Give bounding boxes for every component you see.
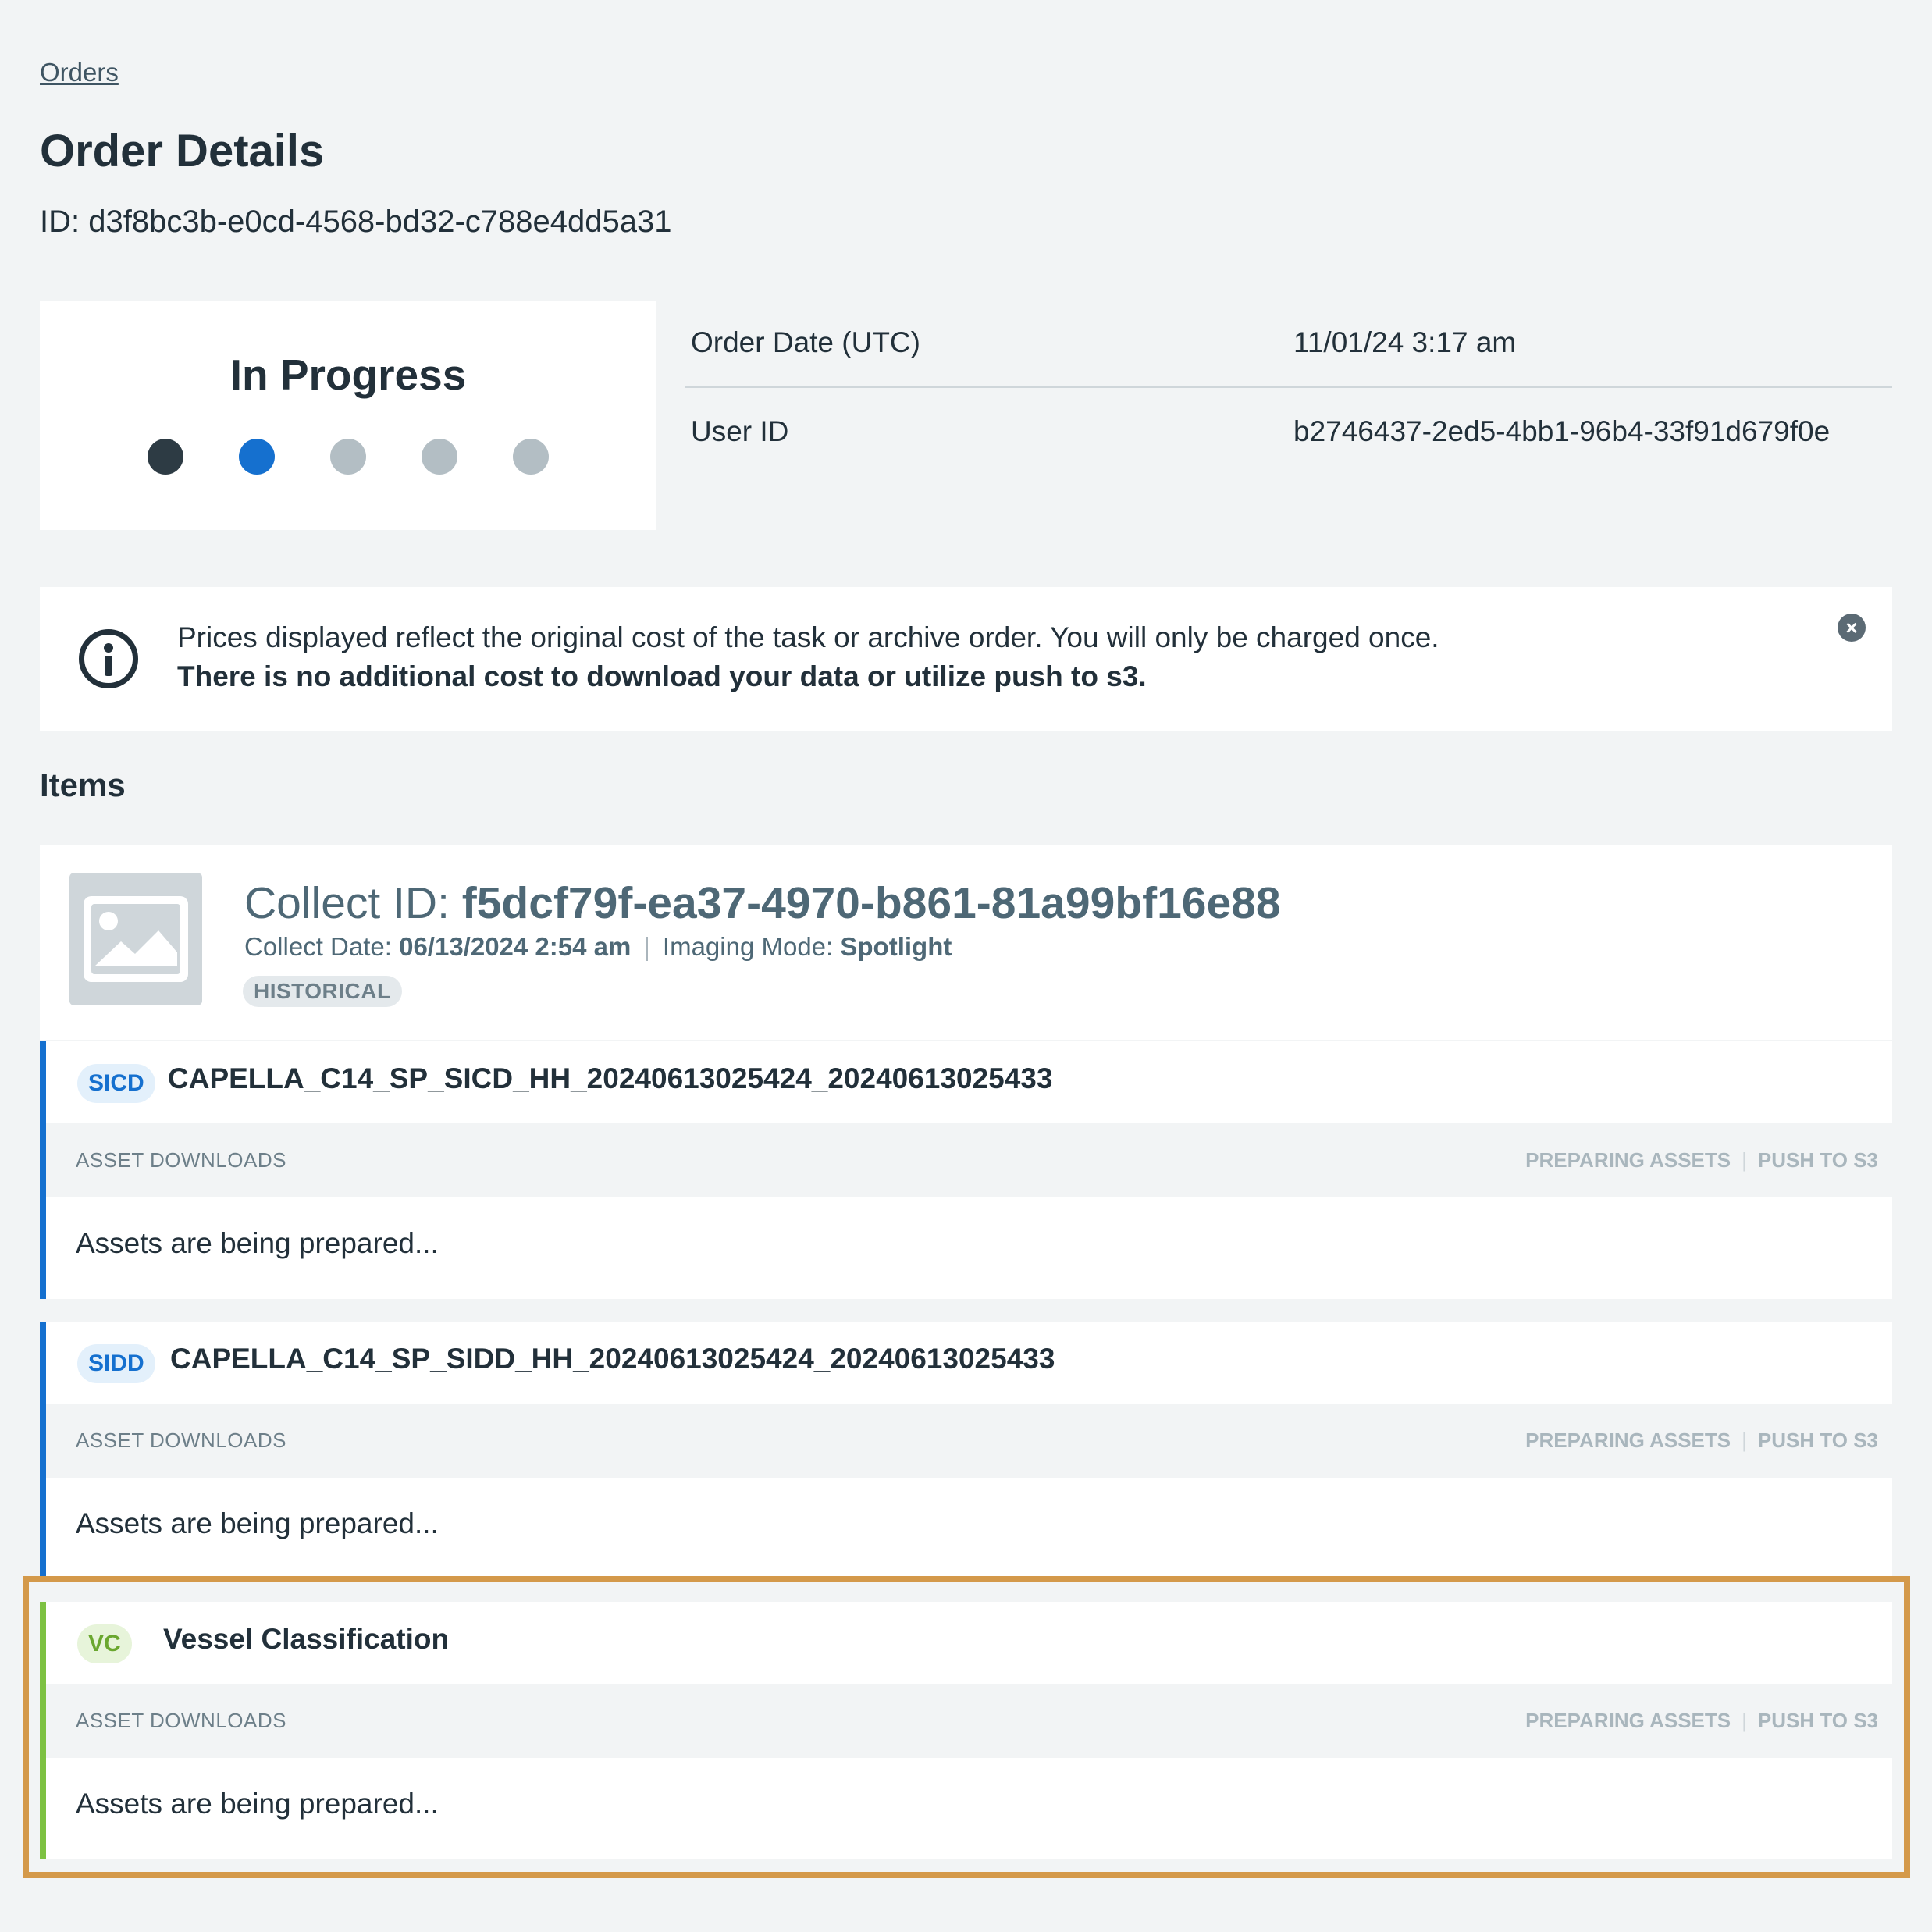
asset-downloads-label: ASSET DOWNLOADS bbox=[76, 1148, 286, 1172]
status-card: In Progress bbox=[40, 301, 656, 530]
asset-downloads-label: ASSET DOWNLOADS bbox=[76, 1709, 286, 1732]
progress-step-1 bbox=[148, 439, 183, 475]
asset-status-text: Assets are being prepared... bbox=[76, 1507, 439, 1539]
product-tag: SICD bbox=[77, 1064, 155, 1103]
close-icon[interactable]: × bbox=[1838, 614, 1866, 642]
collect-id: Collect ID: f5dcf79f-ea37-4970-b861-81a9… bbox=[244, 878, 1281, 928]
asset-status-text: Assets are being prepared... bbox=[76, 1788, 439, 1820]
push-to-s3-button[interactable]: PUSH TO S3 bbox=[1758, 1429, 1878, 1452]
preparing-assets-button[interactable]: PREPARING ASSETS bbox=[1525, 1429, 1731, 1452]
product-name: Vessel Classification bbox=[163, 1623, 450, 1655]
details-divider bbox=[685, 386, 1892, 388]
push-to-s3-button[interactable]: PUSH TO S3 bbox=[1758, 1148, 1878, 1172]
info-icon bbox=[79, 629, 138, 688]
order-date-label: Order Date (UTC) bbox=[691, 326, 920, 358]
asset-status-text: Assets are being prepared... bbox=[76, 1227, 439, 1259]
product-name: CAPELLA_C14_SP_SIDD_HH_20240613025424_20… bbox=[170, 1343, 1055, 1375]
progress-step-2 bbox=[239, 439, 275, 475]
preparing-assets-button[interactable]: PREPARING ASSETS bbox=[1525, 1709, 1731, 1732]
asset-downloads-label: ASSET DOWNLOADS bbox=[76, 1429, 286, 1452]
product-card-vc: VC Vessel Classification ASSET DOWNLOADS… bbox=[40, 1602, 1892, 1859]
notice-line-2: There is no additional cost to download … bbox=[177, 660, 1147, 692]
status-label: In Progress bbox=[229, 350, 467, 399]
push-to-s3-button[interactable]: PUSH TO S3 bbox=[1758, 1709, 1878, 1732]
breadcrumb-orders-link[interactable]: Orders bbox=[40, 58, 119, 87]
items-heading: Items bbox=[40, 767, 126, 803]
user-id-label: User ID bbox=[691, 415, 789, 447]
progress-step-3 bbox=[330, 439, 366, 475]
preparing-assets-button[interactable]: PREPARING ASSETS bbox=[1525, 1148, 1731, 1172]
page-title: Order Details bbox=[40, 126, 325, 176]
image-placeholder-icon bbox=[69, 873, 202, 1005]
notice-line-1: Prices displayed reflect the original co… bbox=[177, 621, 1439, 653]
collect-meta: Collect Date: 06/13/2024 2:54 am | Imaging… bbox=[244, 932, 952, 961]
order-id: ID: d3f8bc3b-e0cd-4568-bd32-c788e4dd5a31 bbox=[40, 205, 672, 239]
product-name: CAPELLA_C14_SP_SICD_HH_20240613025424_20… bbox=[168, 1062, 1053, 1094]
collect-card: Collect ID: f5dcf79f-ea37-4970-b861-81a9… bbox=[40, 845, 1892, 1040]
product-card-sicd: SICD CAPELLA_C14_SP_SICD_HH_202406130254… bbox=[40, 1041, 1892, 1299]
order-date-value: 11/01/24 3:17 am bbox=[1293, 326, 1517, 358]
pricing-notice: Prices displayed reflect the original co… bbox=[40, 587, 1892, 731]
historical-badge: HISTORICAL bbox=[243, 976, 402, 1007]
product-tag: SIDD bbox=[77, 1344, 155, 1383]
user-id-value: b2746437-2ed5-4bb1-96b4-33f91d679f0e bbox=[1293, 415, 1831, 447]
progress-step-5 bbox=[513, 439, 549, 475]
product-card-sidd: SIDD CAPELLA_C14_SP_SIDD_HH_202406130254… bbox=[40, 1322, 1892, 1579]
progress-step-4 bbox=[422, 439, 457, 475]
product-tag: VC bbox=[77, 1624, 132, 1663]
